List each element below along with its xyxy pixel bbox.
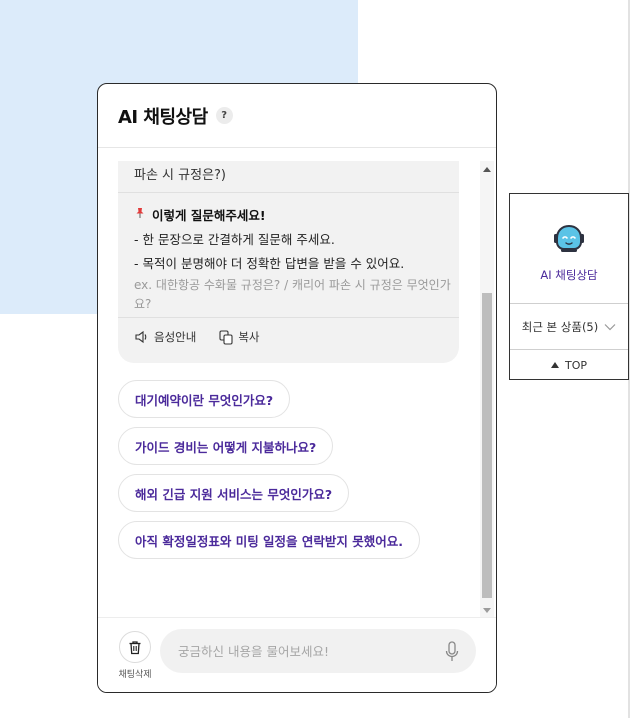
chat-footer: 채팅삭제	[98, 617, 496, 692]
chat-panel: AI 채팅상담 ? 파손 시 규정은?) 이렇게 질문해주세요! - 한 문장으…	[97, 83, 497, 693]
suggested-question-chip[interactable]: 대기예약이란 무엇인가요?	[118, 380, 291, 418]
chat-message-area: 파손 시 규정은?) 이렇게 질문해주세요! - 한 문장으로 간결하게 질문해…	[98, 161, 496, 617]
arrow-up-icon	[550, 362, 559, 368]
bot-answer-card: 파손 시 규정은?) 이렇게 질문해주세요! - 한 문장으로 간결하게 질문해…	[118, 161, 459, 363]
recent-products-label: 최근 본 상품(5)	[521, 319, 599, 334]
chat-input[interactable]	[160, 629, 430, 673]
tips-section: 이렇게 질문해주세요! - 한 문장으로 간결하게 질문해 주세요. - 목적이…	[134, 205, 452, 314]
scroll-to-top-button[interactable]: TOP	[510, 350, 628, 380]
tip-line: - 목적이 분명해야 더 정확한 답변을 받을 수 있어요.	[134, 256, 405, 271]
tip-line: - 한 문장으로 간결하게 질문해 주세요.	[134, 232, 335, 247]
tips-title: 이렇게 질문해주세요!	[134, 205, 452, 224]
scroll-down-arrow-icon[interactable]	[483, 608, 491, 613]
chat-header: AI 채팅상담 ?	[98, 84, 496, 148]
scrollbar-thumb[interactable]	[482, 293, 492, 598]
copy-label: 복사	[238, 330, 260, 344]
pushpin-icon	[134, 207, 146, 222]
suggested-question-chip[interactable]: 해외 긴급 지원 서비스는 무엇인가요?	[118, 474, 350, 512]
copy-icon	[219, 330, 233, 345]
top-label: TOP	[564, 358, 587, 372]
card-divider	[118, 192, 459, 193]
chat-input-wrapper	[160, 629, 476, 673]
help-icon[interactable]: ?	[215, 107, 233, 124]
speaker-icon	[135, 330, 147, 344]
suggested-question-chip[interactable]: 아직 확정일정표와 미팅 일정을 연락받지 못했어요.	[118, 521, 421, 559]
recent-products-button[interactable]: 최근 본 상품(5)	[510, 304, 628, 350]
microphone-icon	[445, 641, 459, 661]
copy-button[interactable]: 복사	[218, 329, 260, 345]
chevron-down-icon	[604, 323, 616, 330]
robot-icon	[554, 224, 584, 252]
delete-chat-label: 채팅삭제	[118, 670, 152, 680]
microphone-button[interactable]	[442, 640, 462, 664]
voice-guide-button[interactable]: 음성안내	[134, 329, 196, 345]
card-divider	[118, 317, 459, 318]
trash-icon	[129, 640, 141, 654]
tip-example: ex. 대한항공 수화물 규정은? / 캐리어 파손 시 규정은 무엇인가요?	[134, 278, 451, 311]
suggested-question-chip[interactable]: 가이드 경비는 어떻게 지불하나요?	[118, 427, 334, 465]
tips-title-text: 이렇게 질문해주세요!	[152, 208, 266, 223]
delete-chat-button[interactable]	[119, 631, 151, 663]
scroll-up-arrow-icon[interactable]	[483, 167, 491, 172]
voice-guide-label: 음성안내	[154, 330, 197, 344]
answer-text: 파손 시 규정은?)	[134, 168, 226, 183]
ai-chat-shortcut[interactable]: AI 채팅상담	[510, 194, 628, 304]
chat-title: AI 채팅상담	[118, 106, 208, 128]
answer-actions: 음성안내 복사	[134, 329, 282, 345]
quick-menu-widget: AI 채팅상담 최근 본 상품(5) TOP	[509, 193, 629, 380]
ai-chat-shortcut-label: AI 채팅상담	[540, 268, 598, 282]
chat-scrollbar[interactable]	[480, 161, 494, 617]
